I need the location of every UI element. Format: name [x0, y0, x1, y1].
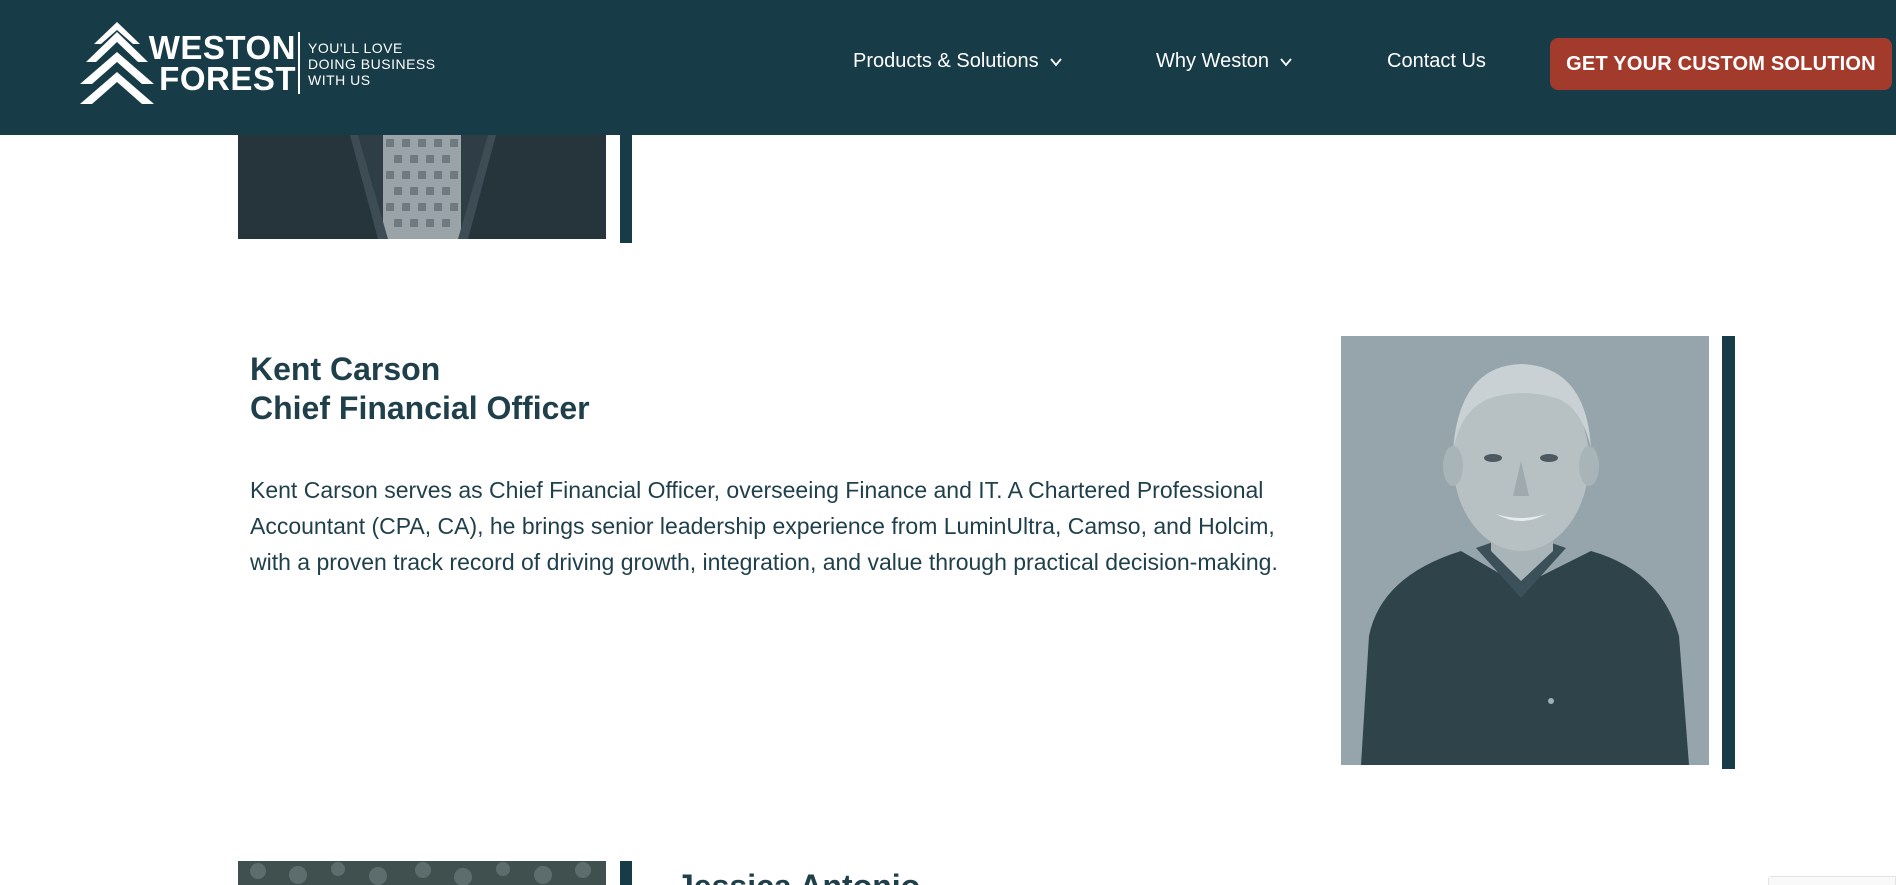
logo-name-line2: FOREST — [159, 60, 296, 97]
nav-item-label: Contact Us — [1387, 50, 1486, 72]
logo-name-line1: WESTON — [148, 29, 296, 66]
tagline-line1: YOU'LL LOVE — [308, 40, 403, 56]
nav-item-products-solutions[interactable]: Products & Solutions — [853, 50, 1063, 73]
next-profile-photo — [238, 861, 606, 885]
previous-profile-photo — [238, 135, 606, 239]
portrait-graphic — [1341, 336, 1709, 765]
logo-wordmark: WESTON FOREST — [148, 29, 296, 97]
chevron-down-icon — [1049, 57, 1062, 66]
previous-profile-accent-bar — [620, 135, 632, 243]
chevron-down-icon — [1280, 57, 1292, 66]
logo-tagline: YOU'LL LOVE DOING BUSINESS WITH US — [308, 40, 448, 88]
next-profile-name: Jessica Antonio — [676, 866, 920, 885]
site-header: WESTON FOREST YOU'LL LOVE DOING BUSINESS… — [0, 0, 1896, 135]
weston-forest-logo-icon — [80, 22, 154, 104]
profile-title: Chief Financial Officer — [250, 390, 590, 426]
logo-divider — [298, 32, 300, 94]
next-profile-accent-bar — [620, 861, 632, 885]
nav-item-label: Products & Solutions — [853, 50, 1039, 72]
get-custom-solution-button[interactable]: GET YOUR CUSTOM SOLUTION — [1550, 38, 1892, 90]
recaptcha-badge[interactable] — [1768, 876, 1896, 885]
foliage-photo-graphic — [238, 861, 606, 885]
nav-item-label: Why Weston — [1156, 50, 1269, 72]
suit-photo-graphic — [238, 135, 606, 239]
nav-item-why-weston[interactable]: Why Weston — [1156, 50, 1293, 73]
profile-accent-bar — [1722, 336, 1735, 769]
nav-item-contact-us[interactable]: Contact Us — [1387, 50, 1486, 73]
tagline-line3: WITH US — [308, 72, 371, 88]
tagline-line2: DOING BUSINESS — [308, 56, 436, 72]
profile-photo — [1341, 336, 1709, 765]
site-logo[interactable]: WESTON FOREST YOU'LL LOVE DOING BUSINESS… — [78, 22, 448, 106]
profile-name: Kent Carson — [250, 351, 441, 387]
profile-bio: Kent Carson serves as Chief Financial Of… — [250, 477, 1278, 575]
